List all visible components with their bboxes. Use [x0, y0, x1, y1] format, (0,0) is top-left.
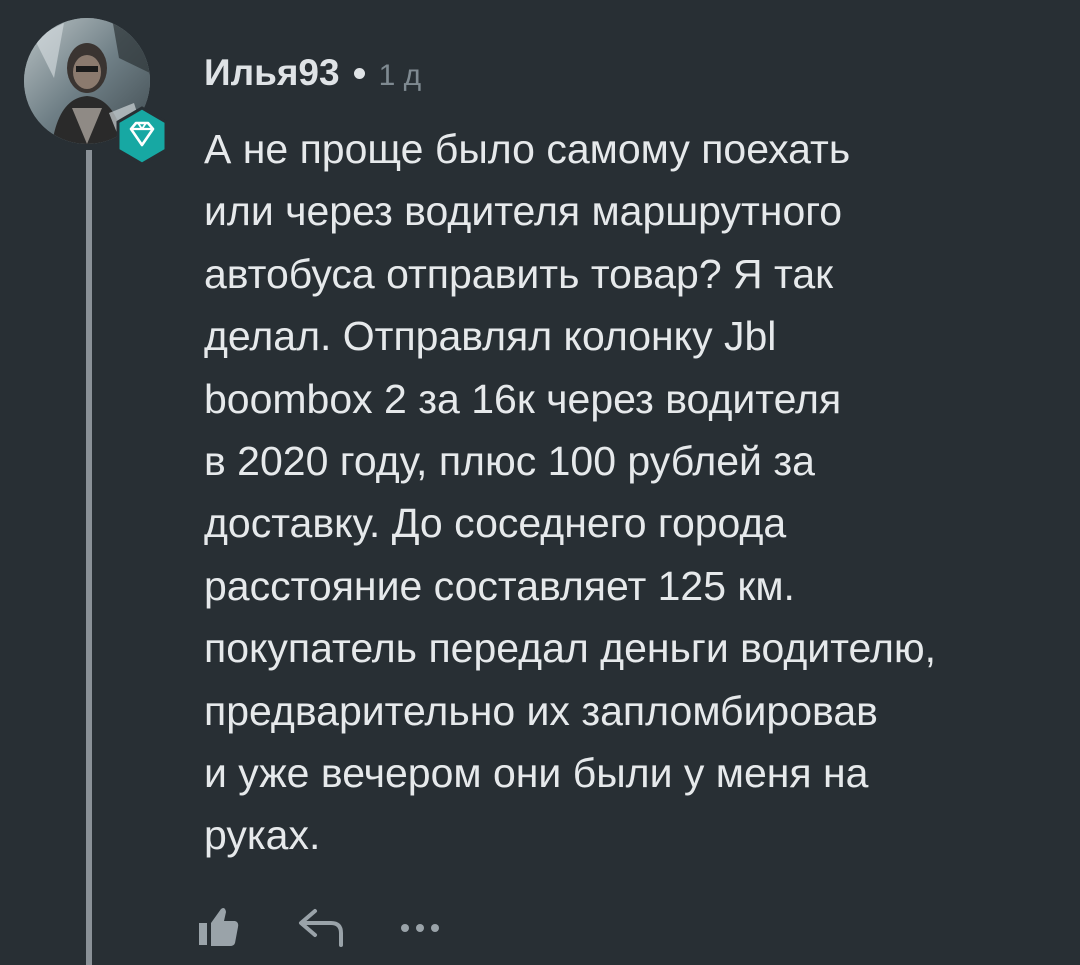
thread-line[interactable] [86, 150, 92, 965]
reply-button[interactable] [292, 898, 352, 954]
comment-text-line: покупатель передал деньги водителю, [204, 625, 937, 672]
comment-text-line: в 2020 году, плюс 100 рублей за [204, 438, 815, 485]
comment-text-line: А не проще было самому поехать [204, 126, 851, 172]
more-options-button[interactable] [390, 898, 450, 954]
comment-text-line: автобуса отправить товар? Я так [204, 250, 834, 297]
thumbs-up-icon [199, 908, 239, 946]
reply-arrow-icon [299, 909, 343, 947]
comment-body: А не проще было самому поехать или через… [204, 118, 1064, 867]
comment-text-line: и уже вечером они были у меня на [204, 750, 869, 797]
comment-header: Илья93 1 д [204, 48, 421, 98]
comment-actions [190, 896, 450, 956]
comment-text-line: доставку. До соседнего города [204, 500, 787, 547]
separator-dot [353, 67, 365, 79]
comment-text-line: предварительно их запломбировав [204, 687, 878, 734]
more-dots-icon [401, 924, 439, 932]
comment-text-line: делал. Отправлял колонку Jbl [204, 313, 777, 360]
comment-text-line: boombox 2 за 16к через водителя [204, 375, 842, 422]
comment-text-line: руках. [204, 812, 321, 859]
author-name[interactable]: Илья93 [204, 52, 340, 94]
comment-text-line: расстояние составляет 125 км. [204, 562, 795, 609]
comment-text-line: или через водителя маршрутного [204, 188, 843, 235]
like-button[interactable] [190, 898, 246, 954]
comment: Илья93 1 д А не проще было самому поехат… [0, 0, 1080, 965]
diamond-badge-icon [116, 106, 168, 166]
timestamp: 1 д [378, 59, 422, 92]
